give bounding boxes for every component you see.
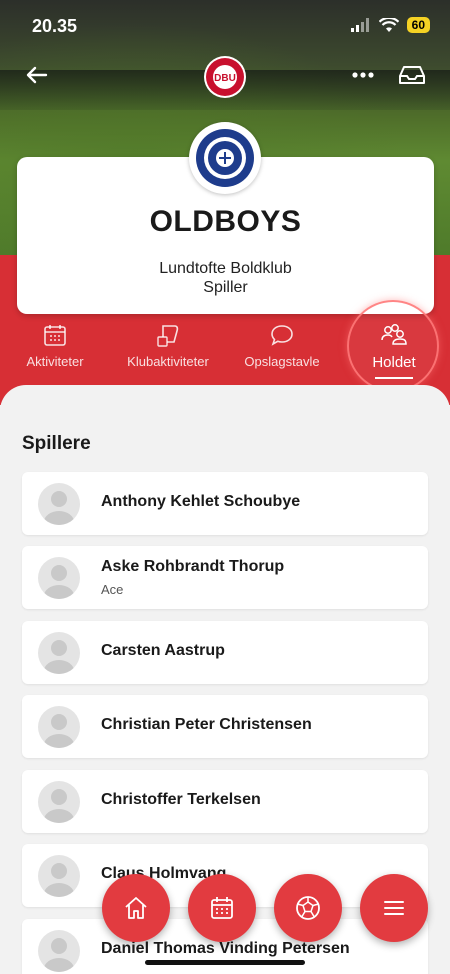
matches-button[interactable] [274,874,342,942]
player-name: Anthony Kehlet Schoubye [101,493,301,510]
player-row[interactable]: Aske Rohbrandt Thorup Ace [22,546,428,609]
status-time: 20.35 [32,16,78,36]
player-row[interactable]: Christoffer Terkelsen [22,770,428,833]
back-arrow-icon[interactable] [22,60,52,90]
tab-aktiviteter[interactable]: Aktiviteter [14,322,96,392]
menu-button[interactable] [360,874,428,942]
club-name: Lundtofte Boldklub [159,260,292,277]
player-name: Christian Peter Christensen [101,716,312,733]
tab-klubaktiviteter[interactable]: Klubaktiviteter [118,322,218,392]
more-options-icon[interactable] [348,60,378,90]
football-icon [296,896,320,920]
avatar [38,706,80,748]
tab-label: Opslagstavle [244,354,320,369]
menu-icon [384,901,404,915]
home-icon [125,897,147,919]
player-name: Aske Rohbrandt Thorup [101,558,285,575]
tab-label: Aktiviteter [26,354,84,369]
avatar [38,781,80,823]
player-row[interactable]: Carsten Aastrup [22,621,428,684]
battery-indicator: 60 [406,17,430,33]
inbox-icon[interactable] [396,60,428,90]
club-crest-icon [196,129,254,187]
chat-bubble-icon [271,325,293,346]
calendar-button[interactable] [188,874,256,942]
calendar-icon [44,325,66,346]
avatar [38,632,80,674]
wifi-icon [378,17,399,32]
player-nickname: Ace [101,582,124,597]
player-name: Daniel Thomas Vinding Petersen [101,940,350,957]
highlight-ring [347,300,439,392]
calendar-icon [211,897,233,919]
club-calendar-icon [157,325,179,347]
tab-label: Klubaktiviteter [127,354,209,369]
tab-opslagstavle[interactable]: Opslagstavle [238,322,326,392]
avatar [38,855,80,897]
home-indicator [145,960,305,965]
home-button[interactable] [102,874,170,942]
status-bar: 20.35 60 [0,0,450,52]
dbu-logo: DBU [204,56,246,98]
member-role: Spiller [203,279,248,296]
section-title: Spillere [22,433,91,454]
club-logo [189,122,261,194]
avatar [38,557,80,599]
team-name: OLDBOYS [149,205,302,238]
avatar [38,930,80,972]
player-row[interactable]: Anthony Kehlet Schoubye [22,472,428,535]
player-name: Carsten Aastrup [101,642,225,659]
player-row[interactable]: Christian Peter Christensen [22,695,428,758]
avatar [38,483,80,525]
dbu-logo-text: DBU [214,73,236,84]
player-name: Christoffer Terkelsen [101,791,261,808]
top-bar: DBU [0,52,450,100]
signal-icon [350,18,369,32]
